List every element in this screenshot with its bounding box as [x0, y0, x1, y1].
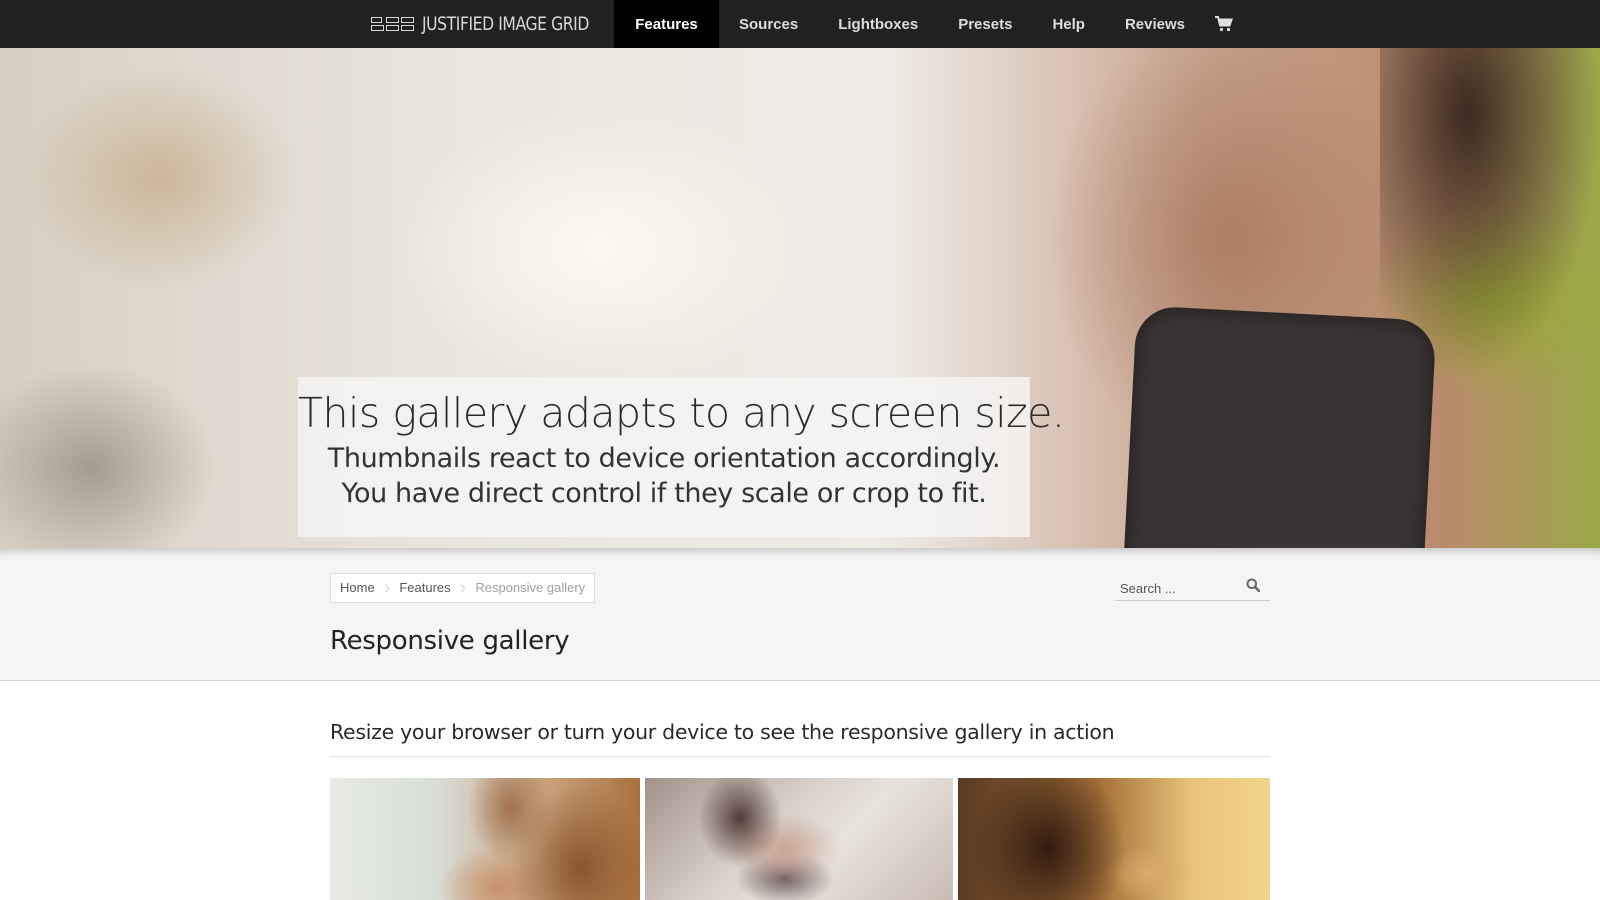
nav-item-sources[interactable]: Sources	[719, 0, 818, 48]
breadcrumb-features[interactable]: Features	[390, 574, 459, 602]
section-heading: Resize your browser or turn your device …	[330, 720, 1270, 757]
hero-title: This gallery adapts to any screen size.	[298, 389, 1065, 437]
main-menu: Features Sources Lightboxes Presets Help…	[614, 0, 1243, 48]
nav-item-features[interactable]: Features	[614, 0, 719, 48]
hero-banner: This gallery adapts to any screen size. …	[0, 48, 1600, 548]
search-box	[1115, 572, 1270, 601]
search-icon[interactable]	[1246, 578, 1261, 593]
page-title: Responsive gallery	[330, 626, 570, 656]
breadcrumb: Home › Features › Responsive gallery	[330, 573, 596, 603]
gallery-thumbnail[interactable]	[330, 778, 640, 900]
site-logo[interactable]: JUSTIFIED IMAGE GRID	[371, 0, 626, 48]
hero-subtitle-line-2: You have direct control if they scale or…	[341, 478, 987, 509]
breadcrumb-home[interactable]: Home	[331, 574, 384, 602]
nav-item-help[interactable]: Help	[1032, 0, 1105, 48]
top-navbar: JUSTIFIED IMAGE GRID Features Sources Li…	[0, 0, 1600, 48]
grid-logo-icon	[371, 17, 414, 31]
justified-gallery	[330, 778, 1270, 900]
hero-caption: This gallery adapts to any screen size. …	[298, 377, 1065, 537]
nav-item-presets[interactable]: Presets	[938, 0, 1032, 48]
gallery-thumbnail[interactable]	[958, 778, 1270, 900]
search-input[interactable]	[1115, 575, 1240, 601]
chevron-right-icon: ›	[459, 577, 467, 599]
nav-item-reviews[interactable]: Reviews	[1105, 0, 1205, 48]
breadcrumb-current: Responsive gallery	[475, 580, 586, 595]
hero-phone-shape	[1123, 305, 1437, 548]
shopping-cart-icon[interactable]	[1205, 0, 1243, 48]
chevron-right-icon: ›	[383, 577, 391, 599]
logo-text: JUSTIFIED IMAGE GRID	[422, 13, 589, 35]
page-header: Home › Features › Responsive gallery Res…	[0, 548, 1600, 681]
gallery-thumbnail[interactable]	[645, 778, 953, 900]
hero-subtitle-line-1: Thumbnails react to device orientation a…	[327, 443, 1001, 474]
nav-item-lightboxes[interactable]: Lightboxes	[818, 0, 938, 48]
